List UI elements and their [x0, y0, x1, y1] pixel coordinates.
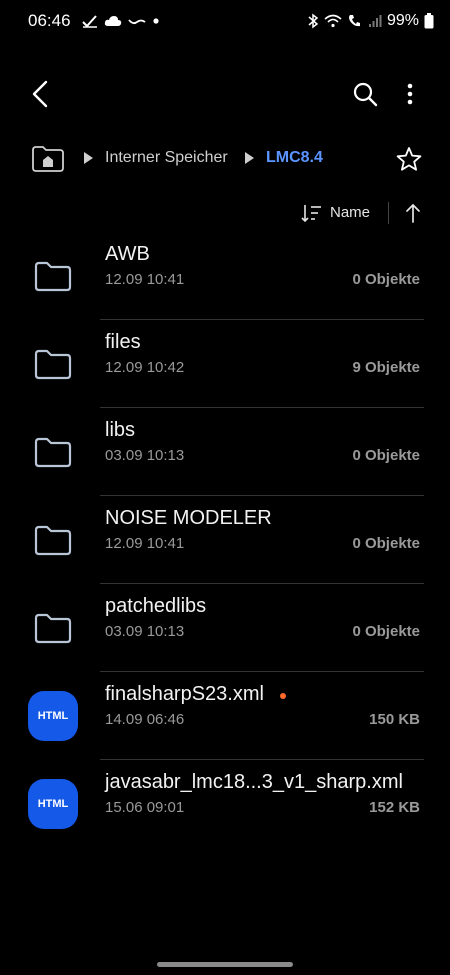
- html-badge: HTML: [28, 691, 78, 741]
- file-date: 14.09 06:46: [105, 711, 185, 728]
- sort-label[interactable]: Name: [330, 204, 370, 221]
- file-date: 12.09 10:42: [105, 359, 185, 376]
- file-name: AWB: [105, 243, 150, 265]
- favorite-button[interactable]: [394, 144, 424, 174]
- breadcrumb-separator-icon: [245, 152, 254, 164]
- list-item-libs[interactable]: libs 03.09 10:13 0 Objekte: [0, 408, 450, 496]
- sort-direction-button[interactable]: [402, 201, 424, 225]
- folder-icon: [27, 514, 79, 566]
- star-outline-icon: [396, 147, 422, 171]
- file-meta: 0 Objekte: [352, 623, 420, 640]
- breadcrumb-current-folder[interactable]: LMC8.4: [266, 149, 323, 167]
- cloud-icon: [104, 16, 122, 26]
- more-vert-icon: [407, 83, 413, 105]
- arrow-up-icon: [406, 203, 420, 223]
- file-meta: 150 KB: [369, 711, 420, 728]
- file-name: patchedlibs: [105, 595, 207, 617]
- file-date: 03.09 10:13: [105, 623, 185, 640]
- html-badge: HTML: [28, 779, 78, 829]
- file-name: NOISE MODELER: [105, 507, 272, 529]
- home-button[interactable]: [30, 143, 66, 173]
- search-icon: [353, 82, 378, 107]
- status-right-icons: 99%: [307, 11, 434, 31]
- status-left-icons: [82, 11, 160, 31]
- cloud-off-icon: [128, 19, 146, 25]
- file-meta: 9 Objekte: [352, 359, 420, 376]
- home-icon: [32, 146, 64, 172]
- file-date: 12.09 10:41: [105, 271, 185, 288]
- signal-icon: [368, 15, 382, 27]
- breadcrumb-internal-storage[interactable]: Interner Speicher: [105, 149, 228, 167]
- status-time: 06:46: [28, 11, 71, 30]
- file-date: 03.09 10:13: [105, 447, 185, 464]
- list-item-noise-modeler[interactable]: NOISE MODELER 12.09 10:41 0 Objekte: [0, 496, 450, 584]
- file-name: javasabr_lmc18...3_v1_sharp.xml: [105, 771, 403, 793]
- file-meta: 0 Objekte: [352, 535, 420, 552]
- folder-icon: [27, 338, 79, 390]
- wifi-call-icon: [348, 15, 360, 27]
- battery-text: 99%: [386, 12, 419, 29]
- wifi-icon: [324, 14, 342, 28]
- check-icon: [82, 15, 97, 28]
- file-date: 15.06 09:01: [105, 799, 185, 816]
- file-meta: 0 Objekte: [352, 271, 420, 288]
- back-button[interactable]: [24, 78, 56, 110]
- search-button[interactable]: [349, 78, 381, 110]
- bluetooth-icon: [308, 13, 319, 29]
- new-indicator-dot: [280, 693, 286, 699]
- sort-icon[interactable]: [300, 203, 322, 223]
- status-bar: 06:46 99%: [0, 0, 450, 44]
- gesture-nav-bar[interactable]: [157, 962, 293, 967]
- file-meta: 152 KB: [369, 799, 420, 816]
- breadcrumb-separator-icon: [84, 152, 93, 164]
- list-item-javasabr[interactable]: HTML javasabr_lmc18...3_v1_sharp.xml 15.…: [0, 760, 450, 848]
- list-item-files[interactable]: files 12.09 10:42 9 Objekte: [0, 320, 450, 408]
- file-name: files: [105, 331, 141, 353]
- html-file-icon: HTML: [27, 690, 79, 742]
- more-options-button[interactable]: [396, 78, 424, 110]
- sort-divider: [388, 202, 389, 224]
- list-item-awb[interactable]: AWB 12.09 10:41 0 Objekte: [0, 232, 450, 320]
- folder-icon: [27, 250, 79, 302]
- battery-icon: [424, 13, 434, 29]
- html-file-icon: HTML: [27, 778, 79, 830]
- list-item-patchedlibs[interactable]: patchedlibs 03.09 10:13 0 Objekte: [0, 584, 450, 672]
- dot-icon: [153, 18, 159, 24]
- file-date: 12.09 10:41: [105, 535, 185, 552]
- file-meta: 0 Objekte: [352, 447, 420, 464]
- list-item-finalsharps23[interactable]: HTML finalsharpS23.xml 14.09 06:46 150 K…: [0, 672, 450, 760]
- folder-icon: [27, 426, 79, 478]
- chevron-left-icon: [32, 80, 48, 108]
- file-name: finalsharpS23.xml: [105, 683, 264, 705]
- file-name: libs: [105, 419, 136, 441]
- folder-icon: [27, 602, 79, 654]
